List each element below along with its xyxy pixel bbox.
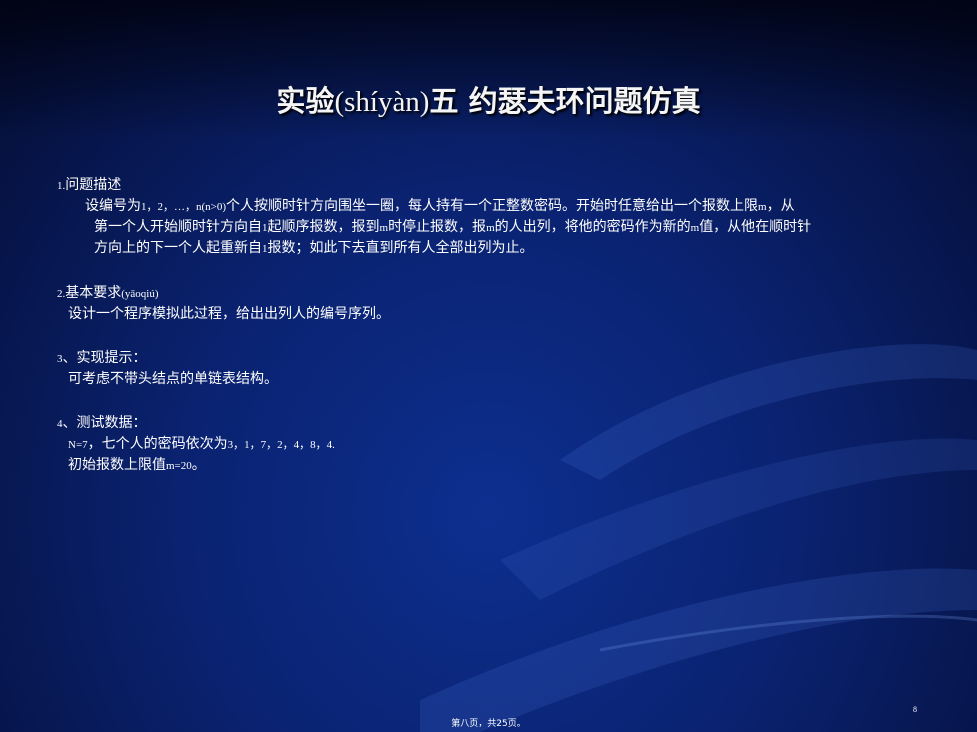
text-run: 3，1，7，2，4，8，4. — [227, 439, 335, 451]
paragraph-line: 第一个人开始顺时针方向自1起顺序报数，报到m时停止报数，报m的人出列，将他的密码… — [85, 217, 927, 238]
text-run: 。 — [191, 457, 206, 473]
section-test-data: 4、测试数据： N=7，七个人的密码依次为3，1，7，2，4，8，4. 初始报数… — [57, 413, 927, 476]
text-run: 时停止报数，报 — [388, 219, 487, 235]
paragraph-line: 方向上的下一个人起重新自1报数；如此下去直到所有人全部出列为止。 — [85, 238, 927, 259]
slide-title: 实验(shíyàn)五 约瑟夫环问题仿真 — [0, 78, 977, 120]
title-pinyin: (shíyàn) — [334, 86, 430, 118]
text-run: m — [379, 222, 389, 234]
section-heading: 1.问题描述 — [57, 175, 927, 196]
section-body: 设计一个程序模拟此过程，给出出列人的编号序列。 — [68, 306, 390, 322]
section-heading-text: 问题描述 — [65, 177, 122, 193]
text-run: ，从 — [766, 198, 795, 214]
text-run: 初始报数上限值 — [68, 457, 166, 473]
page-footer: 第八页，共25页。 — [451, 719, 526, 729]
text-run: ，七个人的密码依次为 — [87, 436, 228, 452]
text-run: 个人按顺时针方向围坐一圈，每人持有一个正整数密码。开始时任意给出一个报数上限 — [226, 198, 759, 214]
text-run: 起顺序报数，报到 — [267, 219, 380, 235]
section-heading: 4、测试数据： — [57, 413, 927, 434]
section-basic-requirements: 2.基本要求(yāoqiú) 设计一个程序模拟此过程，给出出列人的编号序列。 — [57, 283, 927, 324]
text-run: 方向上的下一个人起重新自 — [94, 240, 262, 256]
section-heading: 3、实现提示： — [57, 348, 927, 369]
title-part1: 实验 — [276, 84, 335, 118]
text-run: m — [690, 222, 700, 234]
problem-paragraph: 设编号为1，2，…，n(n>0)个人按顺时针方向围坐一圈，每人持有一个正整数密码… — [57, 196, 927, 259]
text-run: m — [758, 201, 767, 213]
section-heading-text: 基本要求 — [65, 285, 122, 301]
section-number: 2. — [57, 288, 66, 300]
text-run: N=7 — [68, 439, 88, 451]
text-run: 第一个人开始顺时针方向自 — [94, 219, 262, 235]
test-data-line: 初始报数上限值m=20。 — [57, 455, 927, 476]
paragraph-line: 设编号为1，2，…，n(n>0)个人按顺时针方向围坐一圈，每人持有一个正整数密码… — [85, 196, 927, 217]
section-body: 可考虑不带头结点的单链表结构。 — [68, 371, 278, 387]
section-implementation-hints: 3、实现提示： 可考虑不带头结点的单链表结构。 — [57, 348, 927, 389]
title-part2: 五 约瑟夫环问题仿真 — [429, 84, 701, 118]
section-heading-text: 、实现提示： — [62, 350, 147, 366]
test-data-line: N=7，七个人的密码依次为3，1，7，2，4，8，4. — [57, 434, 927, 455]
text-run: 设编号为 — [85, 198, 141, 214]
slide-content: 1.问题描述 设编号为1，2，…，n(n>0)个人按顺时针方向围坐一圈，每人持有… — [57, 175, 927, 476]
section-heading-text: 、测试数据： — [62, 415, 147, 431]
text-run: 报数；如此下去直到所有人全部出列为止。 — [267, 240, 534, 256]
section-number: 1. — [57, 180, 66, 192]
slide-number: 8 — [913, 705, 917, 714]
text-run: m=20 — [166, 460, 192, 472]
section-problem-description: 1.问题描述 设编号为1，2，…，n(n>0)个人按顺时针方向围坐一圈，每人持有… — [57, 175, 927, 259]
text-run: m — [486, 222, 495, 234]
section-heading: 2.基本要求(yāoqiú) — [57, 283, 927, 304]
text-run: 的人出列，将他的密码作为新的 — [494, 219, 691, 235]
section-heading-pinyin: (yāoqiú) — [121, 288, 159, 300]
text-run: 值，从他在顺时针 — [699, 219, 812, 235]
text-run: 1，2，…，n(n>0) — [141, 201, 227, 213]
